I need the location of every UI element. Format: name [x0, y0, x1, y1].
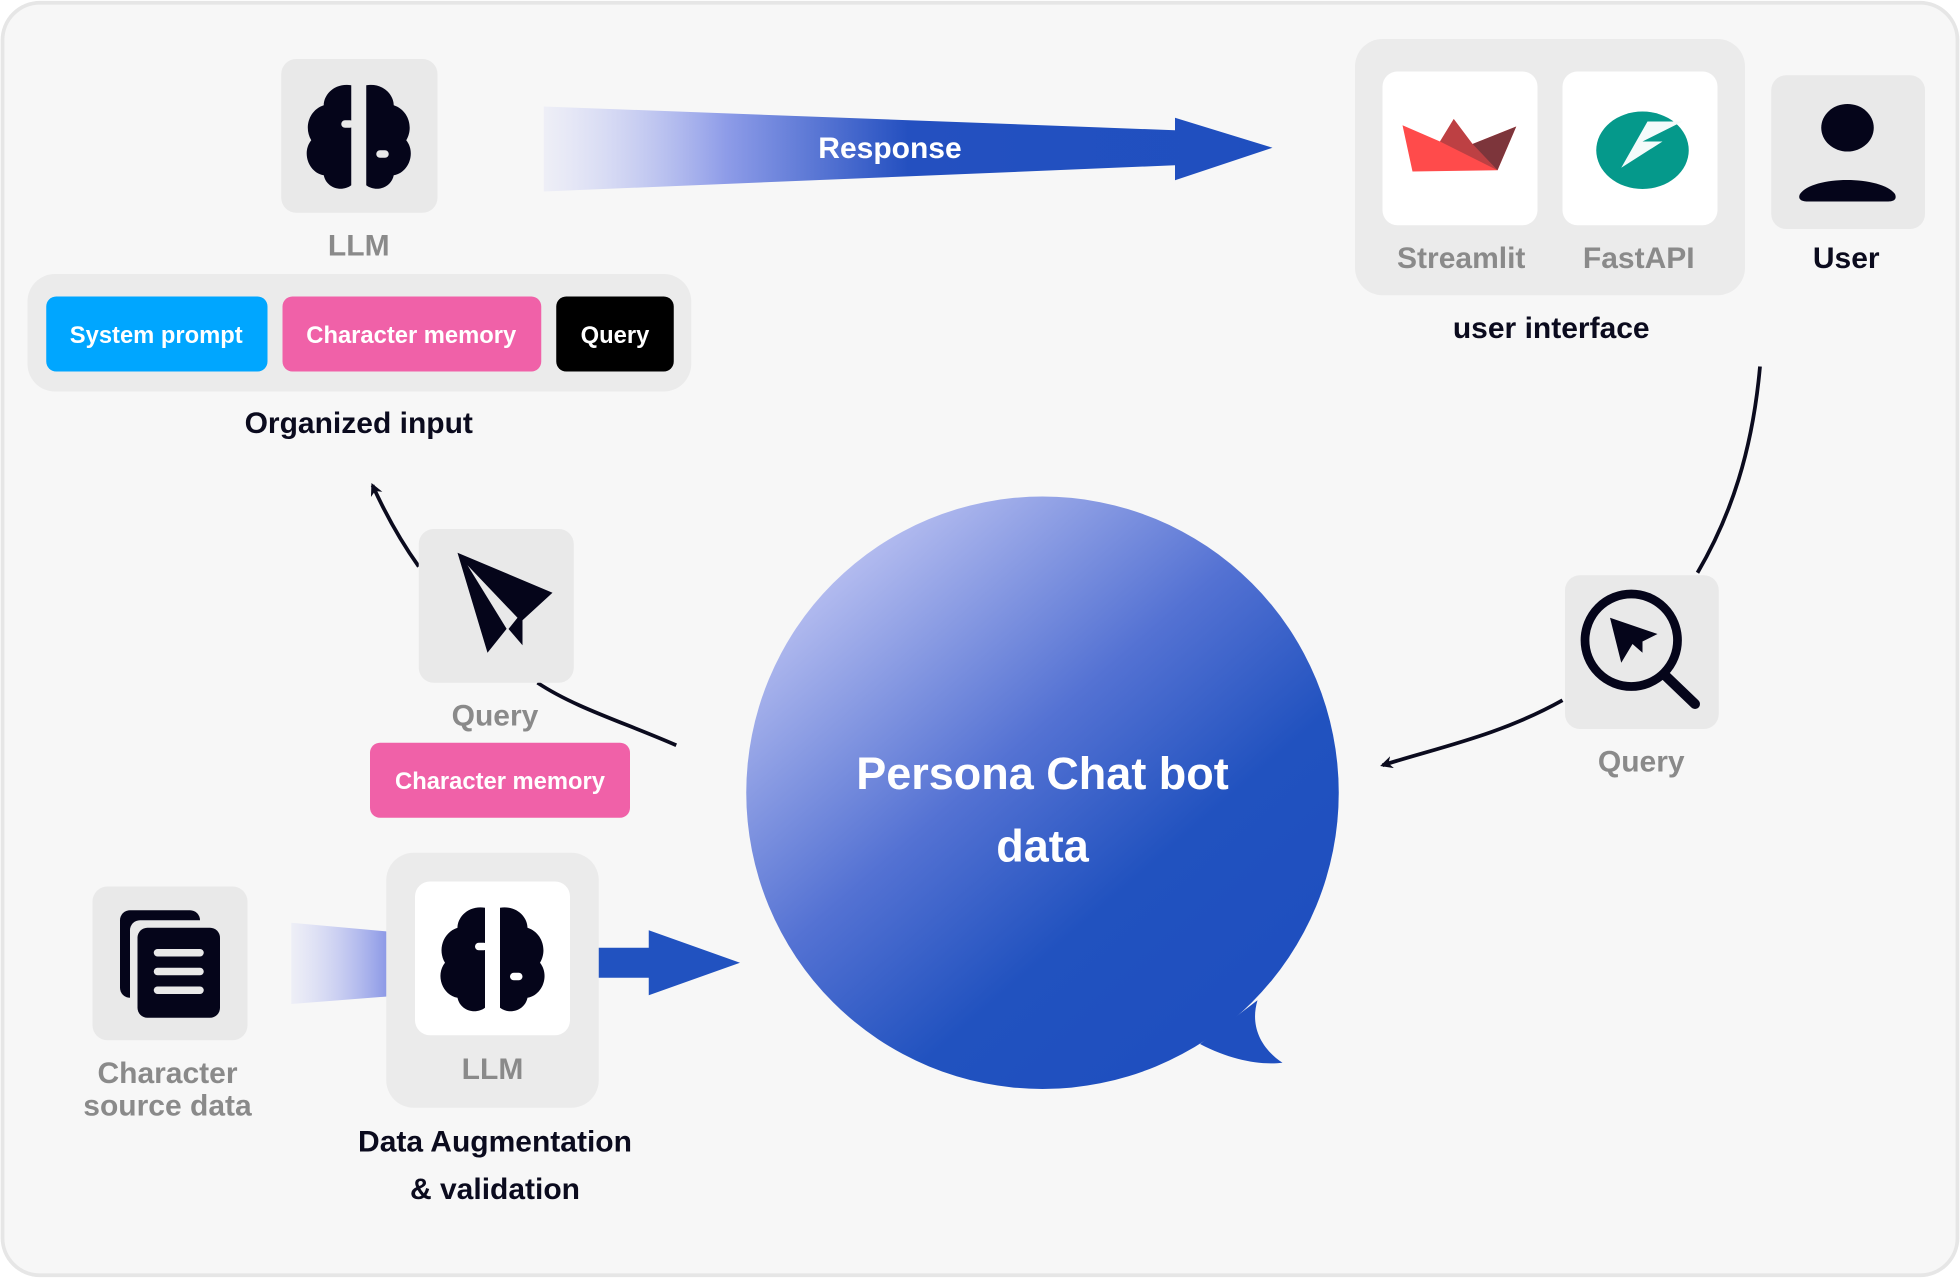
persona-chatbot-data-bubble: Persona Chat bot data — [746, 496, 1339, 1089]
streamlit-label: Streamlit — [1397, 242, 1525, 275]
fastapi-logo-icon — [1596, 111, 1689, 189]
character-memory-label: Character memory — [306, 322, 517, 349]
source-label-line1: Character — [97, 1057, 237, 1090]
user-label: User — [1813, 242, 1880, 275]
system-prompt-label: System prompt — [70, 322, 243, 349]
augmentation-caption-line2: & validation — [410, 1173, 580, 1206]
organized-input-label: Organized input — [245, 407, 473, 440]
llm-bottom-label: LLM — [462, 1053, 524, 1086]
response-label: Response — [818, 132, 961, 165]
fastapi-label: FastAPI — [1583, 242, 1695, 275]
user-interface-label: user interface — [1453, 312, 1650, 345]
llm-top-label: LLM — [328, 229, 390, 262]
center-title-line2: data — [996, 821, 1090, 872]
query-pill-label: Query — [581, 322, 650, 349]
source-label-line2: source data — [83, 1089, 252, 1122]
documents-icon — [120, 910, 220, 1018]
character-memory-lower-label: Character memory — [395, 768, 606, 795]
query-right-label: Query — [1598, 746, 1685, 779]
llm-bottom-node: LLM Data Augmentation & validation — [358, 852, 632, 1206]
persona-chatbot-diagram: LLM System prompt Character memory Query… — [0, 0, 1960, 1278]
augmentation-caption-line1: Data Augmentation — [358, 1126, 632, 1159]
character-source-node: Character source data — [83, 886, 252, 1122]
query-left-label: Query — [452, 699, 539, 732]
source-to-llm-band — [291, 922, 388, 1004]
center-title-line1: Persona Chat bot — [856, 748, 1229, 799]
